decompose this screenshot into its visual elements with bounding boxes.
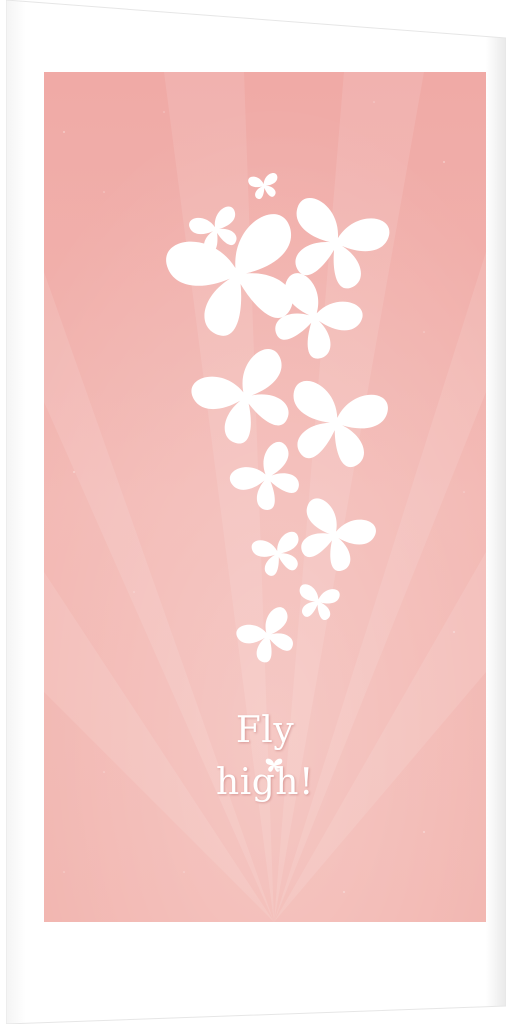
caption-line-2: high! — [216, 762, 314, 803]
poster-artwork: Fly high! — [44, 72, 486, 922]
caption-line-1: Fly — [235, 710, 295, 751]
